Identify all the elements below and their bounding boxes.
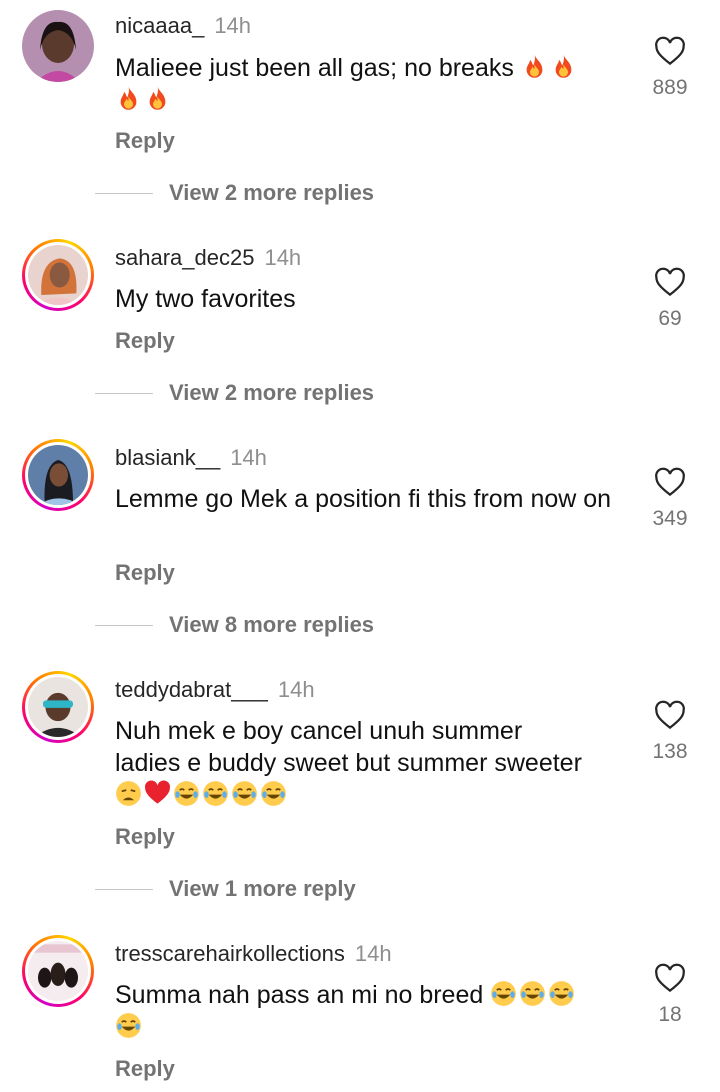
like-button[interactable]: 889 bbox=[648, 36, 692, 100]
avatar[interactable] bbox=[22, 10, 94, 82]
username[interactable]: teddydabrat___ bbox=[115, 677, 268, 702]
like-button[interactable]: 69 bbox=[648, 267, 692, 331]
view-more-replies[interactable]: View 2 more replies bbox=[95, 380, 374, 406]
like-button[interactable]: 349 bbox=[648, 467, 692, 531]
tears-of-joy-emoji-icon bbox=[261, 781, 286, 806]
avatar[interactable] bbox=[22, 239, 94, 311]
tears-of-joy-emoji-icon bbox=[549, 981, 575, 1006]
avatar-photo bbox=[28, 677, 88, 737]
timestamp: 14h bbox=[230, 445, 267, 470]
view-more-replies[interactable]: View 1 more reply bbox=[95, 876, 356, 902]
tears-of-joy-emoji-icon bbox=[203, 781, 228, 806]
tears-of-joy-emoji-icon bbox=[174, 781, 199, 806]
reply-button[interactable]: Reply bbox=[115, 128, 175, 154]
comment-text: My two favorites bbox=[115, 285, 296, 313]
avatar[interactable] bbox=[22, 671, 94, 743]
fire-emoji-icon bbox=[120, 86, 137, 110]
username[interactable]: tresscarehairkollections bbox=[115, 941, 345, 966]
reply-button[interactable]: Reply bbox=[115, 824, 175, 850]
heart-outline-icon bbox=[655, 963, 685, 993]
fire-emoji-icon bbox=[526, 54, 543, 78]
timestamp: 14h bbox=[214, 13, 252, 38]
heart-outline-icon bbox=[655, 467, 685, 497]
username[interactable]: nicaaaa_ bbox=[115, 13, 204, 38]
comment-text: Malieee just been all gas; no breaks bbox=[115, 52, 635, 116]
timestamp: 14h bbox=[277, 677, 315, 702]
avatar-photo bbox=[22, 10, 94, 82]
username[interactable]: blasiank__ bbox=[115, 445, 220, 470]
tears-of-joy-emoji-icon bbox=[491, 981, 517, 1006]
divider-line bbox=[95, 888, 153, 890]
reply-button[interactable]: Reply bbox=[115, 1056, 175, 1082]
reply-button[interactable]: Reply bbox=[115, 560, 175, 586]
heart-outline-icon bbox=[655, 267, 685, 297]
divider-line bbox=[95, 392, 153, 394]
view-more-replies[interactable]: View 8 more replies bbox=[95, 612, 374, 638]
like-count: 889 bbox=[652, 76, 688, 99]
heart-outline-icon bbox=[655, 36, 685, 66]
avatar[interactable] bbox=[22, 439, 94, 511]
tears-of-joy-emoji-icon bbox=[520, 981, 546, 1006]
comment-text: Nuh mek e boy cancel unuh summer ladies e… bbox=[115, 715, 635, 811]
divider-line bbox=[95, 624, 153, 626]
avatar-photo bbox=[28, 245, 88, 305]
like-count: 18 bbox=[658, 1003, 682, 1026]
red-heart-emoji-icon bbox=[145, 780, 170, 804]
comment-text: Lemme go Mek a position fi this from now… bbox=[115, 485, 612, 513]
like-button[interactable]: 18 bbox=[648, 963, 692, 1027]
username[interactable]: sahara_dec25 bbox=[115, 245, 254, 270]
like-button[interactable]: 138 bbox=[648, 700, 692, 764]
comment-text: Summa nah pass an mi no breed bbox=[115, 979, 635, 1043]
fire-emoji-icon bbox=[555, 54, 572, 78]
heart-outline-icon bbox=[655, 700, 685, 730]
tears-of-joy-emoji-icon bbox=[232, 781, 257, 806]
avatar-photo bbox=[28, 941, 88, 1001]
fire-emoji-icon bbox=[149, 86, 166, 110]
tears-of-joy-emoji-icon bbox=[116, 1013, 141, 1038]
like-count: 138 bbox=[652, 740, 688, 763]
timestamp: 14h bbox=[354, 941, 392, 966]
timestamp: 14h bbox=[264, 245, 302, 270]
avatar[interactable] bbox=[22, 935, 94, 1007]
reply-button[interactable]: Reply bbox=[115, 328, 175, 354]
like-count: 69 bbox=[658, 307, 682, 330]
view-more-replies[interactable]: View 2 more replies bbox=[95, 180, 374, 206]
divider-line bbox=[95, 192, 153, 194]
weary-face-emoji-icon bbox=[116, 781, 141, 806]
like-count: 349 bbox=[652, 507, 688, 530]
avatar-photo bbox=[28, 445, 88, 505]
